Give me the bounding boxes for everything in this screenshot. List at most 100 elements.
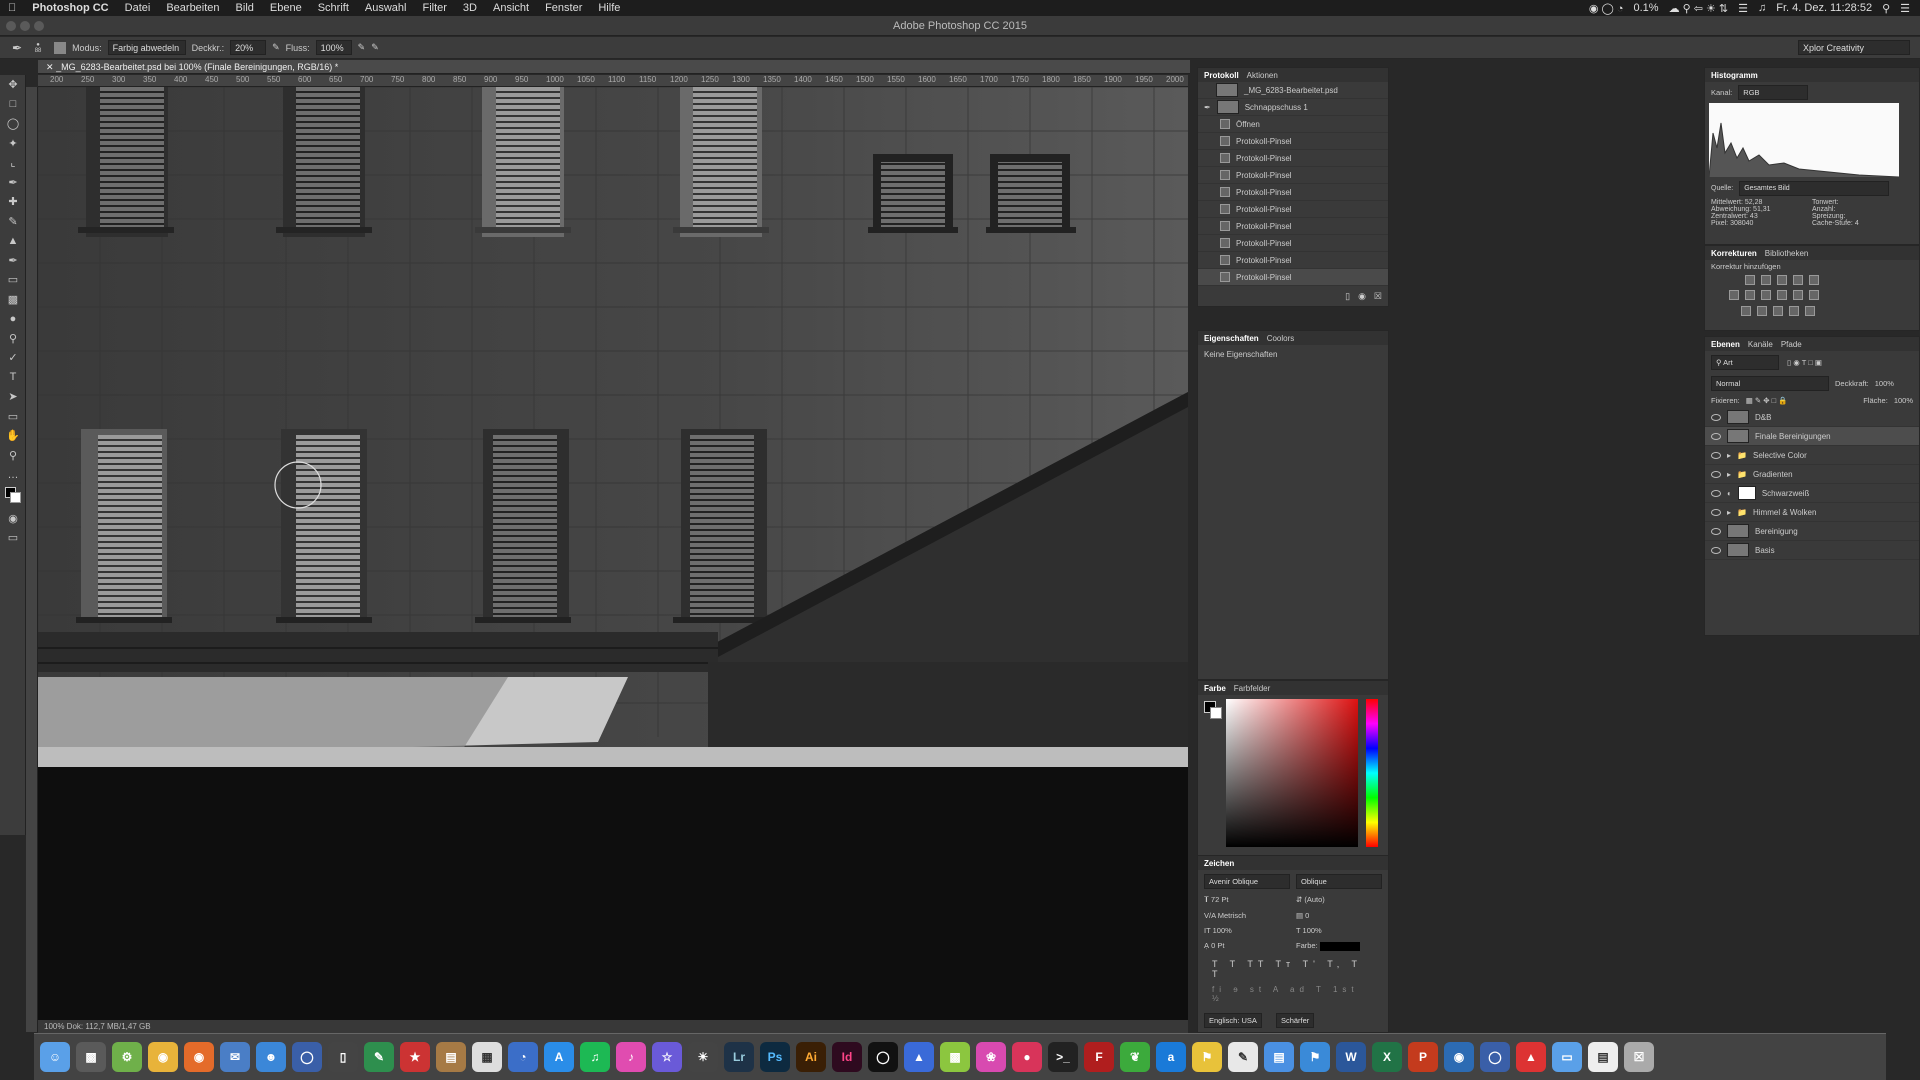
- volume-icon[interactable]: ♫: [1758, 2, 1766, 14]
- history-step[interactable]: Protokoll-Pinsel: [1198, 235, 1388, 252]
- pen-tool-icon[interactable]: ✓: [0, 348, 26, 368]
- app-icon-14[interactable]: ⚑: [1300, 1042, 1330, 1072]
- word-icon[interactable]: W: [1336, 1042, 1366, 1072]
- color-balance-icon[interactable]: [1745, 290, 1755, 300]
- indesign-icon[interactable]: Id: [832, 1042, 862, 1072]
- lasso-tool-icon[interactable]: ◯: [0, 114, 26, 134]
- leading-field[interactable]: ⇵ (Auto): [1296, 895, 1382, 905]
- document-tab[interactable]: ✕ _MG_6283-Bearbeitet.psd bei 100% (Fina…: [38, 60, 1190, 74]
- tab-protokoll[interactable]: Protokoll: [1204, 71, 1239, 80]
- exposure-icon[interactable]: [1793, 275, 1803, 285]
- finder-icon[interactable]: ☺: [40, 1042, 70, 1072]
- document-icon[interactable]: ▤: [1588, 1042, 1618, 1072]
- app-icon-17[interactable]: ▲: [1516, 1042, 1546, 1072]
- channel-select[interactable]: RGB: [1738, 85, 1809, 100]
- hue-slider[interactable]: [1366, 699, 1378, 847]
- marquee-tool-icon[interactable]: □: [0, 95, 26, 115]
- vibrance-icon[interactable]: [1809, 275, 1819, 285]
- layer-row[interactable]: ◐ Schwarzweiß: [1705, 484, 1919, 503]
- app-icon-8[interactable]: ▲: [904, 1042, 934, 1072]
- brush-tool-icon[interactable]: ✎: [0, 212, 26, 232]
- shape-tool-icon[interactable]: ▭: [0, 407, 26, 427]
- hand-tool-icon[interactable]: ✋: [0, 426, 26, 446]
- layer-row[interactable]: Finale Bereinigungen: [1705, 427, 1919, 446]
- history-brush-tool-icon[interactable]: ✒: [12, 41, 22, 55]
- notes-icon[interactable]: ▤: [436, 1042, 466, 1072]
- move-tool-icon[interactable]: ✥: [0, 75, 26, 95]
- zoom-tool-icon[interactable]: ⚲: [0, 446, 26, 466]
- filezilla-icon[interactable]: F: [1084, 1042, 1114, 1072]
- photo-filter-icon[interactable]: [1777, 290, 1787, 300]
- quick-select-tool-icon[interactable]: ✦: [0, 134, 26, 154]
- menubar-icons[interactable]: ☁ ⚲ ⇦ ☀ ⇅: [1669, 2, 1729, 15]
- fill-input[interactable]: 100%: [1894, 396, 1913, 405]
- lightroom-icon[interactable]: Lr: [724, 1042, 754, 1072]
- itunes-icon[interactable]: ♪: [616, 1042, 646, 1072]
- language-select[interactable]: Englisch: USA: [1204, 1013, 1262, 1028]
- screen-mode-icon[interactable]: ▭: [0, 528, 26, 548]
- visibility-eye-icon[interactable]: [1711, 508, 1721, 516]
- kerning-field[interactable]: V/A Metrisch: [1204, 911, 1290, 920]
- history-step[interactable]: Protokoll-Pinsel: [1198, 252, 1388, 269]
- trash-dock-icon[interactable]: ☒: [1624, 1042, 1654, 1072]
- battery-status[interactable]: 0.1%: [1633, 2, 1658, 14]
- camera-icon[interactable]: ◉: [1358, 291, 1366, 302]
- font-family-select[interactable]: Avenir Oblique: [1204, 874, 1290, 889]
- history-step[interactable]: Protokoll-Pinsel: [1198, 150, 1388, 167]
- blend-mode-select[interactable]: Normal: [1711, 376, 1829, 391]
- app-icon-2[interactable]: ▯: [328, 1042, 358, 1072]
- app-icon-15[interactable]: ◉: [1444, 1042, 1474, 1072]
- menu-ansicht[interactable]: Ansicht: [485, 2, 537, 14]
- lock-icons[interactable]: ▦ ✎ ✥ □ 🔒: [1746, 396, 1788, 405]
- app-icon[interactable]: ⚙: [112, 1042, 142, 1072]
- history-step[interactable]: Protokoll-Pinsel: [1198, 184, 1388, 201]
- spotlight-icon[interactable]: ⚲: [1882, 2, 1890, 15]
- maps-icon[interactable]: ⚑: [1192, 1042, 1222, 1072]
- history-brush-icon[interactable]: ✒: [0, 251, 26, 271]
- menu-bearbeiten[interactable]: Bearbeiten: [158, 2, 227, 14]
- levels-icon[interactable]: [1761, 275, 1771, 285]
- ruler-top[interactable]: 200 250 300 350 400 450 500 550 600 650 700 750 800 8…: [38, 75, 1188, 87]
- history-step[interactable]: Protokoll-Pinsel: [1198, 167, 1388, 184]
- firefox-icon[interactable]: ◉: [184, 1042, 214, 1072]
- brightness-icon[interactable]: [1745, 275, 1755, 285]
- launchpad-icon[interactable]: ▩: [76, 1042, 106, 1072]
- app-icon-6[interactable]: ☀: [688, 1042, 718, 1072]
- preview-icon[interactable]: ▦: [472, 1042, 502, 1072]
- stamp-tool-icon[interactable]: ▲: [0, 231, 26, 251]
- healing-tool-icon[interactable]: ✚: [0, 192, 26, 212]
- menu-datei[interactable]: Datei: [117, 2, 159, 14]
- disclosure-icon[interactable]: ▸: [1727, 470, 1731, 479]
- visibility-eye-icon[interactable]: [1711, 546, 1721, 554]
- visibility-eye-icon[interactable]: [1711, 489, 1721, 497]
- tab-pfade[interactable]: Pfade: [1781, 340, 1802, 349]
- menu-ebene[interactable]: Ebene: [262, 2, 310, 14]
- color-field[interactable]: [1226, 699, 1358, 847]
- menu-hilfe[interactable]: Hilfe: [590, 2, 628, 14]
- layer-filter-icons[interactable]: ▯ ◉ T □ ▣: [1787, 358, 1822, 367]
- tab-eigenschaften[interactable]: Eigenschaften: [1204, 334, 1259, 343]
- posterize-icon[interactable]: [1757, 306, 1767, 316]
- visibility-eye-icon[interactable]: [1711, 432, 1721, 440]
- textedit-icon[interactable]: ✎: [1228, 1042, 1258, 1072]
- 1password-icon[interactable]: ◯: [292, 1042, 322, 1072]
- tab-ebenen[interactable]: Ebenen: [1711, 340, 1740, 349]
- dodge-tool-icon[interactable]: ⚲: [0, 329, 26, 349]
- layer-row[interactable]: ▸ 📁 Gradienten: [1705, 465, 1919, 484]
- hue-sat-icon[interactable]: [1729, 290, 1739, 300]
- mode-select[interactable]: Farbig abwedeln: [107, 40, 186, 55]
- quickmask-icon[interactable]: ◉: [0, 509, 26, 529]
- app-icon-12[interactable]: ❦: [1120, 1042, 1150, 1072]
- app-menu[interactable]: Photoshop CC: [24, 2, 116, 14]
- tab-bibliotheken[interactable]: Bibliotheken: [1765, 249, 1809, 258]
- app-icon-3[interactable]: ★: [400, 1042, 430, 1072]
- photoshop-icon[interactable]: Ps: [760, 1042, 790, 1072]
- tab-kanaele[interactable]: Kanäle: [1748, 340, 1773, 349]
- menu-3d[interactable]: 3D: [455, 2, 485, 14]
- disclosure-icon[interactable]: ▸: [1727, 508, 1731, 517]
- pressure-size-icon[interactable]: ✎: [371, 42, 379, 53]
- layer-opacity-input[interactable]: 100%: [1875, 379, 1894, 388]
- app-icon-11[interactable]: ●: [1012, 1042, 1042, 1072]
- appstore-icon[interactable]: A: [544, 1042, 574, 1072]
- app-icon-10[interactable]: ❀: [976, 1042, 1006, 1072]
